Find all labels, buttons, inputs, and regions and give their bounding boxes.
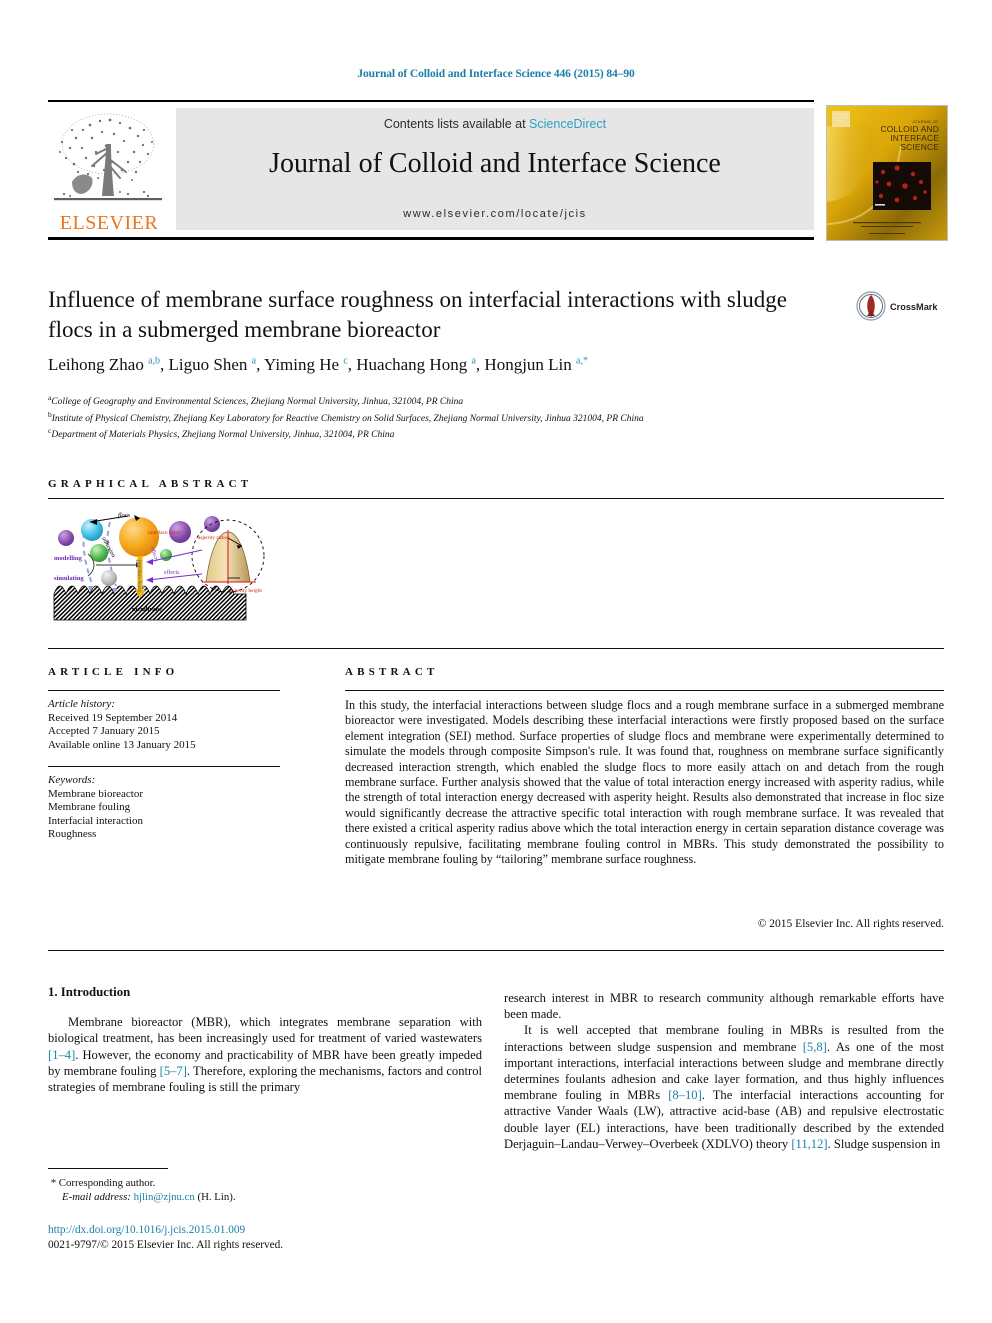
affiliation: cDepartment of Materials Physics, Zhejia… — [48, 426, 395, 441]
ga-label-membrane: membrane — [132, 606, 162, 613]
footnote-block: * Corresponding author. E-mail address: h… — [48, 1176, 488, 1204]
sciencedirect-link[interactable]: ScienceDirect — [529, 117, 606, 131]
masthead-bottom-rule — [48, 237, 814, 240]
article-info-heading: ARTICLE INFO — [48, 666, 179, 678]
paper-page: Journal of Colloid and Interface Science… — [0, 0, 992, 1323]
intro-paragraph-right-2: It is well accepted that membrane foulin… — [504, 1023, 945, 1151]
journal-cover-thumbnail: JOURNAL OF COLLOID AND INTERFACE SCIENCE — [826, 105, 948, 241]
ga-label-effects: effects — [164, 569, 180, 576]
keyword-item: Membrane bioreactor — [48, 787, 143, 800]
keyword-item: Membrane fouling — [48, 801, 131, 813]
email-note: E-mail address: hjlin@zjnu.cn (H. Lin). — [62, 1191, 236, 1203]
graphical-abstract-heading: GRAPHICAL ABSTRACT — [48, 478, 253, 490]
intro-paragraph-right-1: research interest in MBR to research com… — [504, 991, 944, 1022]
journal-title: Journal of Colloid and Interface Science — [269, 148, 721, 179]
ga-label-flocs: flocs — [118, 512, 131, 519]
keywords-block: Keywords: Membrane bioreactor Membrane fou… — [48, 774, 298, 842]
body-column-left: 1. Introduction Membrane bioreactor (MBR… — [48, 984, 482, 1095]
keyword-item: Roughness — [48, 828, 97, 840]
footnote-rule — [48, 1168, 168, 1169]
affiliation: bInstitute of Physical Chemistry, Zhejia… — [48, 409, 644, 424]
ga-label-effects-2: effects — [149, 546, 160, 562]
cover-line-3: SCIENCE — [900, 142, 939, 152]
contents-available-line: Contents lists available at ScienceDirec… — [176, 117, 814, 131]
ga-label-asperity-radius: asperity radius — [198, 535, 230, 541]
article-info-rule — [48, 690, 280, 691]
elsevier-wordmark: ELSEVIER — [59, 212, 159, 234]
affiliation: aCollege of Geography and Environmental … — [48, 393, 464, 408]
ga-particle — [101, 570, 117, 586]
ga-label-simulating: simulating — [54, 575, 84, 582]
ga-label-asperity-height: asperity height — [230, 588, 262, 594]
intro-paragraph-left: Membrane bioreactor (MBR), which integra… — [48, 1015, 482, 1095]
doi-link[interactable]: http://dx.doi.org/10.1016/j.jcis.2015.01… — [48, 1223, 488, 1238]
section-heading-introduction: 1. Introduction — [48, 985, 131, 999]
corresponding-author-note: * Corresponding author. — [48, 1177, 156, 1189]
article-info-rule-2 — [48, 766, 280, 767]
running-head: Journal of Colloid and Interface Science… — [357, 68, 635, 80]
ga-label-interface-force: interface force — [136, 560, 143, 593]
abstract-copyright: © 2015 Elsevier Inc. All rights reserved… — [757, 918, 944, 930]
doi-block: http://dx.doi.org/10.1016/j.jcis.2015.01… — [48, 1223, 488, 1252]
article-history-item: Available online 13 January 2015 — [48, 738, 196, 751]
article-history-item: Accepted 7 January 2015 — [48, 725, 160, 737]
masthead-top-rule — [48, 100, 814, 102]
page-title: Influence of membrane surface roughness … — [48, 287, 787, 342]
abstract-text: In this study, the interfacial interacti… — [345, 698, 944, 867]
graphical-abstract-bottom-rule — [48, 648, 944, 649]
ga-label-modelling: modelling — [54, 555, 83, 562]
body-column-right: research interest in MBR to research com… — [504, 990, 944, 1152]
affiliation-list: aCollege of Geography and Environmental … — [48, 392, 908, 442]
email-link[interactable]: hjlin@zjnu.cn — [134, 1191, 195, 1203]
graphical-abstract-figure: membrane flocs adhesion modelling simula… — [52, 508, 288, 626]
keyword-item: Interfacial interaction — [48, 814, 143, 827]
article-history: Article history: Received 19 September 20… — [48, 698, 298, 752]
abstract-bottom-rule — [48, 950, 944, 951]
abstract-rule — [345, 690, 944, 691]
contents-prefix: Contents lists available at — [383, 117, 530, 131]
crossmark-label: CrossMark — [890, 302, 938, 312]
author-list: Leihong Zhao a,b, Liguo Shen a, Yiming H… — [48, 355, 588, 374]
ga-particle — [58, 530, 74, 546]
ga-label-force: interface force — [148, 529, 181, 536]
abstract-heading: ABSTRACT — [345, 666, 439, 678]
article-history-label: Article history: — [48, 698, 115, 710]
journal-homepage-url[interactable]: www.elsevier.com/locate/jcis — [176, 208, 814, 220]
keywords-label: Keywords: — [48, 774, 96, 786]
article-history-item: Received 19 September 2014 — [48, 711, 178, 724]
crossmark-badge[interactable]: CrossMark — [856, 288, 948, 328]
graphical-abstract-rule — [48, 498, 944, 499]
issn-line: 0021-9797/© 2015 Elsevier Inc. All right… — [48, 1238, 284, 1251]
